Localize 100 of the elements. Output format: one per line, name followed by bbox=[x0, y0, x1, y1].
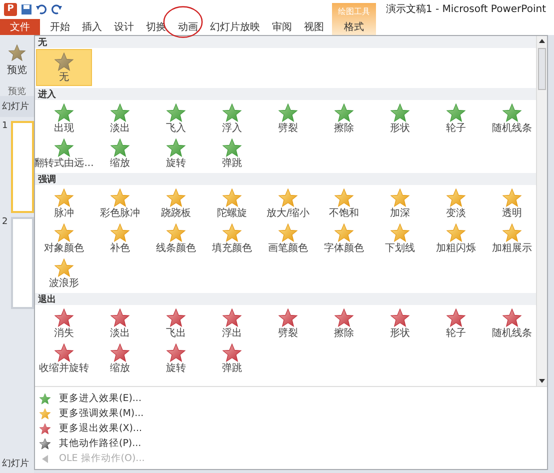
animation-option[interactable]: 飞出 bbox=[148, 306, 204, 341]
animation-option[interactable]: 擦除 bbox=[316, 306, 372, 341]
app-icon[interactable]: P bbox=[4, 2, 17, 16]
slide-thumbnail[interactable] bbox=[11, 121, 34, 213]
animation-option[interactable]: 收缩并旋转 bbox=[36, 341, 92, 376]
animation-option[interactable]: 放大/缩小 bbox=[260, 186, 316, 221]
animation-option[interactable]: 下划线 bbox=[372, 221, 428, 256]
animation-option[interactable]: 随机线条 bbox=[484, 306, 536, 341]
star-icon bbox=[334, 188, 354, 208]
star-icon bbox=[166, 308, 186, 328]
animation-option[interactable]: 随机线条 bbox=[484, 101, 536, 136]
animation-option[interactable]: 加粗闪烁 bbox=[428, 221, 484, 256]
animation-option[interactable]: 陀螺旋 bbox=[204, 186, 260, 221]
star-icon bbox=[166, 188, 186, 208]
star-icon bbox=[446, 222, 466, 242]
menu-item[interactable]: 更多退出效果(X)... bbox=[39, 421, 547, 436]
menu-item[interactable]: 更多强调效果(M)... bbox=[39, 406, 547, 421]
star-icon bbox=[54, 258, 74, 278]
animation-option[interactable]: 透明 bbox=[484, 186, 536, 221]
star-icon bbox=[54, 308, 74, 328]
star-icon bbox=[390, 188, 410, 208]
menu-item[interactable]: 更多进入效果(E)... bbox=[39, 391, 547, 406]
animation-option[interactable]: 字体颜色 bbox=[316, 221, 372, 256]
animation-option[interactable]: 加粗展示 bbox=[484, 221, 536, 256]
scrollbar[interactable] bbox=[536, 36, 547, 386]
star-icon bbox=[39, 408, 51, 420]
animation-option[interactable]: 劈裂 bbox=[260, 306, 316, 341]
animation-option[interactable]: 波浪形 bbox=[36, 256, 92, 291]
animation-option[interactable]: 淡出 bbox=[92, 101, 148, 136]
animation-option[interactable]: 变淡 bbox=[428, 186, 484, 221]
star-icon bbox=[278, 188, 298, 208]
star-icon bbox=[166, 222, 186, 242]
animation-option[interactable]: 彩色脉冲 bbox=[92, 186, 148, 221]
animation-option[interactable]: 线条颜色 bbox=[148, 221, 204, 256]
star-icon bbox=[502, 188, 522, 208]
ribbon-tab[interactable]: 幻灯片放映 bbox=[204, 19, 266, 35]
section-header: 进入 bbox=[35, 88, 536, 100]
animation-option[interactable]: 浮出 bbox=[204, 306, 260, 341]
ribbon-tab[interactable]: 设计 bbox=[108, 19, 140, 35]
scroll-thumb[interactable] bbox=[538, 48, 546, 90]
animation-option[interactable]: 轮子 bbox=[428, 306, 484, 341]
preview-button[interactable]: 预览 bbox=[0, 35, 34, 85]
star-icon bbox=[39, 422, 51, 434]
ribbon-tab[interactable]: 插入 bbox=[76, 19, 108, 35]
ribbon-tab[interactable]: 开始 bbox=[44, 19, 76, 35]
ribbon-tab[interactable]: 格式 bbox=[338, 19, 370, 35]
star-icon bbox=[54, 222, 74, 242]
animation-option[interactable]: 轮子 bbox=[428, 101, 484, 136]
animation-option[interactable]: 画笔颜色 bbox=[260, 221, 316, 256]
star-icon bbox=[110, 308, 130, 328]
section-header: 退出 bbox=[35, 293, 536, 305]
animation-option[interactable]: 无 bbox=[36, 49, 92, 86]
animation-option[interactable]: 填充颜色 bbox=[204, 221, 260, 256]
animation-option[interactable]: 飞入 bbox=[148, 101, 204, 136]
star-icon bbox=[390, 222, 410, 242]
animation-option[interactable]: 不饱和 bbox=[316, 186, 372, 221]
star-icon bbox=[110, 138, 130, 158]
star-icon bbox=[110, 222, 130, 242]
menu-item[interactable]: 其他动作路径(P)... bbox=[39, 436, 547, 451]
star-icon bbox=[502, 222, 522, 242]
star-icon bbox=[222, 222, 242, 242]
animation-option[interactable]: 缩放 bbox=[92, 136, 148, 171]
ribbon-tab[interactable]: 审阅 bbox=[266, 19, 298, 35]
animation-option[interactable]: 弹跳 bbox=[204, 136, 260, 171]
animation-option[interactable]: 跷跷板 bbox=[148, 186, 204, 221]
animation-option[interactable]: 旋转 bbox=[148, 136, 204, 171]
ribbon-tab[interactable]: 切换 bbox=[140, 19, 172, 35]
star-icon bbox=[222, 342, 242, 362]
star-icon bbox=[54, 188, 74, 208]
star-icon bbox=[54, 102, 74, 122]
ribbon-tab[interactable]: 视图 bbox=[298, 19, 330, 35]
star-icon bbox=[446, 188, 466, 208]
star-icon bbox=[8, 44, 26, 62]
animation-option[interactable]: 擦除 bbox=[316, 101, 372, 136]
animation-option[interactable]: 补色 bbox=[92, 221, 148, 256]
star-icon bbox=[278, 102, 298, 122]
pane-tab[interactable]: 幻灯片 bbox=[0, 96, 34, 117]
animation-option[interactable]: 劈裂 bbox=[260, 101, 316, 136]
animation-option[interactable]: 出现 bbox=[36, 101, 92, 136]
animation-option[interactable]: 脉冲 bbox=[36, 186, 92, 221]
animation-option[interactable]: 淡出 bbox=[92, 306, 148, 341]
animation-option[interactable]: 形状 bbox=[372, 306, 428, 341]
animation-option[interactable]: 对象颜色 bbox=[36, 221, 92, 256]
animation-option[interactable]: 旋转 bbox=[148, 341, 204, 376]
star-icon bbox=[502, 102, 522, 122]
slide-thumbnail[interactable] bbox=[11, 217, 34, 309]
star-icon bbox=[110, 188, 130, 208]
file-tab[interactable]: 文件 bbox=[0, 19, 40, 35]
star-icon bbox=[446, 102, 466, 122]
animation-option[interactable]: 浮入 bbox=[204, 101, 260, 136]
animation-option[interactable]: 缩放 bbox=[92, 341, 148, 376]
animation-option[interactable]: 加深 bbox=[372, 186, 428, 221]
star-icon bbox=[222, 188, 242, 208]
redo-icon[interactable] bbox=[51, 4, 62, 14]
animation-option[interactable]: 形状 bbox=[372, 101, 428, 136]
star-icon bbox=[446, 308, 466, 328]
animation-option[interactable]: 弹跳 bbox=[204, 341, 260, 376]
animation-option[interactable]: 消失 bbox=[36, 306, 92, 341]
save-icon[interactable] bbox=[21, 4, 32, 14]
undo-icon[interactable] bbox=[36, 4, 47, 14]
